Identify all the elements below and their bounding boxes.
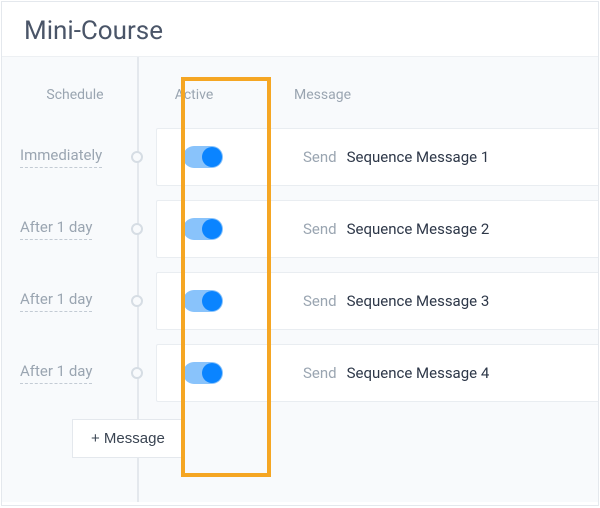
active-toggle[interactable] bbox=[183, 290, 223, 312]
message-name: Sequence Message 3 bbox=[347, 292, 490, 310]
toggle-cell bbox=[157, 362, 249, 384]
schedule-label[interactable]: After 1 day bbox=[20, 362, 92, 384]
toggle-cell bbox=[157, 218, 249, 240]
toggle-knob bbox=[202, 291, 222, 311]
active-toggle[interactable] bbox=[183, 146, 223, 168]
send-label: Send bbox=[303, 364, 337, 382]
send-label: Send bbox=[303, 292, 337, 310]
content-area: Schedule Active Message Immediately S bbox=[2, 57, 598, 502]
send-label: Send bbox=[303, 220, 337, 238]
message-card[interactable]: Send Sequence Message 1 bbox=[156, 128, 598, 186]
message-row: Immediately Send Sequence Message 1 bbox=[2, 121, 598, 193]
toggle-knob bbox=[202, 147, 222, 167]
schedule-cell: After 1 day bbox=[2, 290, 148, 312]
message-cell: Send Sequence Message 1 bbox=[249, 148, 489, 166]
header-message: Message bbox=[240, 87, 351, 103]
message-rows: Immediately Send Sequence Message 1 bbox=[2, 121, 598, 467]
timeline-node bbox=[131, 151, 143, 163]
message-row: After 1 day Send Sequence Message 2 bbox=[2, 193, 598, 265]
toggle-knob bbox=[202, 363, 222, 383]
timeline-node bbox=[131, 367, 143, 379]
header-active: Active bbox=[148, 87, 240, 103]
message-name: Sequence Message 1 bbox=[347, 148, 490, 166]
schedule-cell: After 1 day bbox=[2, 362, 148, 384]
schedule-cell: Immediately bbox=[2, 146, 148, 168]
toggle-cell bbox=[157, 146, 249, 168]
message-card[interactable]: Send Sequence Message 3 bbox=[156, 272, 598, 330]
timeline-node bbox=[131, 295, 143, 307]
message-card[interactable]: Send Sequence Message 4 bbox=[156, 344, 598, 402]
page-title: Mini-Course bbox=[24, 16, 576, 46]
toggle-cell bbox=[157, 290, 249, 312]
title-bar: Mini-Course bbox=[2, 2, 598, 57]
active-toggle[interactable] bbox=[183, 218, 223, 240]
sequence-panel: Mini-Course Schedule Active Message Imme… bbox=[1, 1, 599, 506]
column-headers: Schedule Active Message bbox=[2, 87, 598, 121]
message-row: After 1 day Send Sequence Message 3 bbox=[2, 265, 598, 337]
send-label: Send bbox=[303, 148, 337, 166]
schedule-label[interactable]: After 1 day bbox=[20, 218, 92, 240]
schedule-label[interactable]: After 1 day bbox=[20, 290, 92, 312]
add-message-button[interactable]: + Message bbox=[72, 419, 184, 458]
schedule-cell: After 1 day bbox=[2, 218, 148, 240]
message-row: After 1 day Send Sequence Message 4 bbox=[2, 337, 598, 409]
message-name: Sequence Message 2 bbox=[347, 220, 490, 238]
message-name: Sequence Message 4 bbox=[347, 364, 490, 382]
header-schedule: Schedule bbox=[2, 87, 148, 103]
timeline-node bbox=[131, 223, 143, 235]
schedule-label[interactable]: Immediately bbox=[20, 146, 102, 168]
message-cell: Send Sequence Message 4 bbox=[249, 364, 489, 382]
active-toggle[interactable] bbox=[183, 362, 223, 384]
message-card[interactable]: Send Sequence Message 2 bbox=[156, 200, 598, 258]
message-cell: Send Sequence Message 3 bbox=[249, 292, 489, 310]
message-cell: Send Sequence Message 2 bbox=[249, 220, 489, 238]
add-message-row: + Message bbox=[2, 409, 598, 467]
toggle-knob bbox=[202, 219, 222, 239]
